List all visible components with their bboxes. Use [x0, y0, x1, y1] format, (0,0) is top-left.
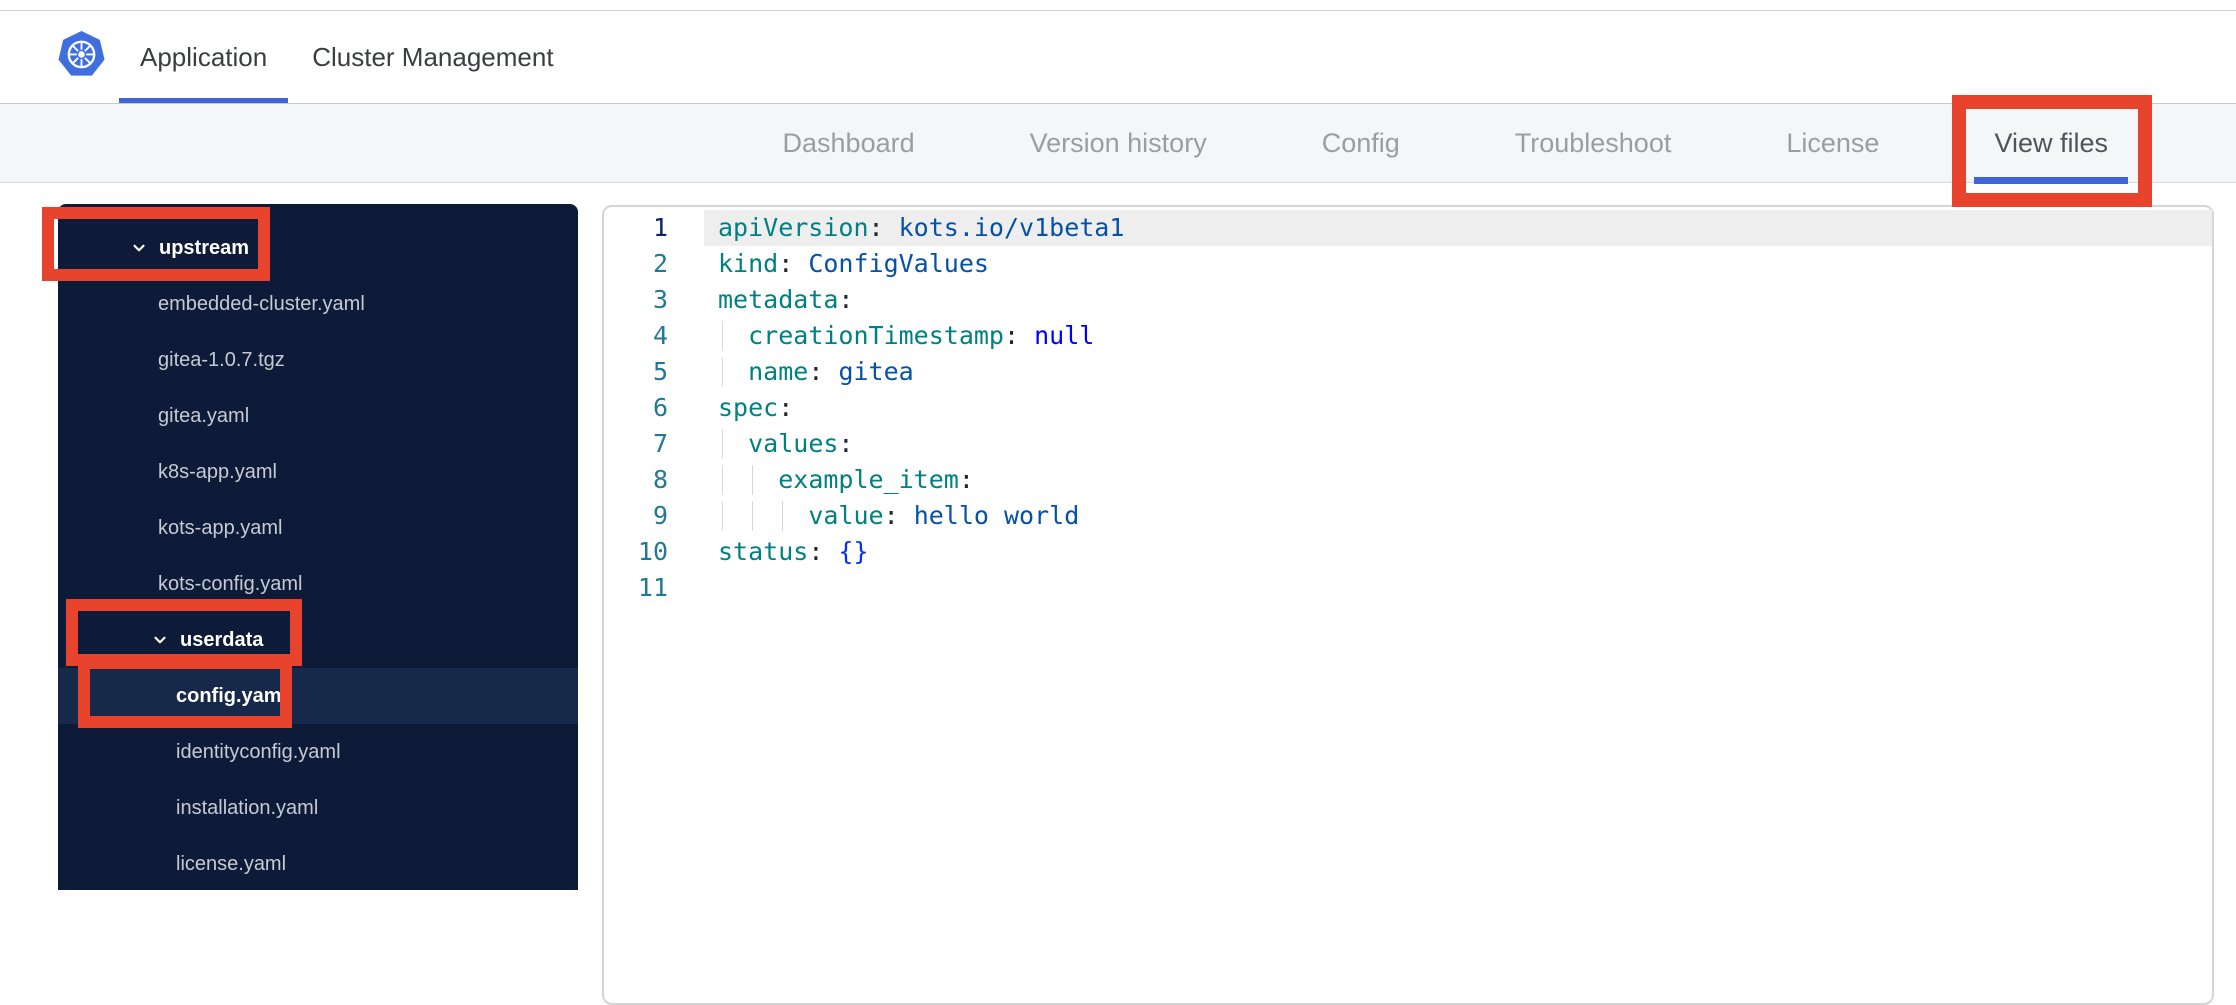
tree-item-label: installation.yaml	[176, 796, 319, 819]
code-text: status: {}	[718, 537, 869, 566]
code-text: kind: ConfigValues	[718, 249, 989, 278]
line-number: 6	[652, 393, 668, 422]
tree-file-config-yaml[interactable]: config.yaml	[58, 668, 578, 724]
tree-file-k8s-app-yaml[interactable]: k8s-app.yaml	[58, 444, 578, 500]
tree-item-label: config.yaml	[176, 684, 288, 707]
code-line-1[interactable]: 1 apiVersion: kots.io/v1beta1	[604, 210, 2212, 246]
tree-item-label: license.yaml	[176, 852, 287, 875]
indent-guide	[752, 465, 753, 495]
tree-item-label: upstream	[159, 236, 250, 259]
line-number: 10	[637, 537, 668, 566]
tree-item-label: kots-app.yaml	[158, 516, 283, 539]
nav-item-license[interactable]: License	[1766, 104, 1899, 182]
tree-item-label: identityconfig.yaml	[176, 740, 341, 763]
code-line-5[interactable]: 5 name: gitea	[604, 354, 2212, 390]
tree-item-label: kots-config.yaml	[158, 572, 303, 595]
code-text: example_item:	[704, 462, 2212, 498]
top-tabs: Application Cluster Management	[119, 11, 575, 105]
chevron-down-icon	[151, 631, 169, 649]
indent-guide	[722, 465, 723, 495]
tree-file-embedded-cluster-yaml[interactable]: embedded-cluster.yaml	[58, 276, 578, 332]
code-text: spec:	[718, 393, 794, 422]
indent-guide	[722, 429, 723, 459]
code-text: values:	[704, 426, 2212, 462]
app-header: Application Cluster Management	[0, 11, 2236, 105]
tree-file-license-yaml[interactable]: license.yaml	[58, 836, 578, 890]
code-line-10[interactable]: 10 status: {}	[604, 534, 2212, 570]
kubernetes-logo-icon	[58, 30, 105, 77]
tree-item-label: k8s-app.yaml	[158, 460, 277, 483]
tree-file-identityconfig-yaml[interactable]: identityconfig.yaml	[58, 724, 578, 780]
code-line-11[interactable]: 11	[604, 570, 2212, 606]
line-number: 5	[652, 357, 668, 386]
file-tree: upstream embedded-cluster.yaml gitea-1.0.7…	[58, 204, 578, 890]
code-editor[interactable]: 1 apiVersion: kots.io/v1beta1 2 kind: Confi…	[602, 205, 2214, 1005]
code-text: apiVersion: kots.io/v1beta1	[704, 210, 2212, 246]
tree-item-label: gitea.yaml	[158, 404, 250, 427]
header-tab-application[interactable]: Application	[119, 11, 289, 105]
code-line-2[interactable]: 2 kind: ConfigValues	[604, 246, 2212, 282]
header-tab-cluster-management[interactable]: Cluster Management	[291, 11, 574, 103]
nav-item-dashboard[interactable]: Dashboard	[763, 104, 935, 182]
code-text: metadata:	[718, 285, 854, 314]
nav-item-view-files[interactable]: View files	[1974, 104, 2128, 184]
line-number: 3	[652, 285, 668, 314]
tree-file-gitea-yaml[interactable]: gitea.yaml	[58, 388, 578, 444]
line-number: 7	[652, 429, 668, 458]
line-number: 11	[637, 573, 668, 602]
code-line-6[interactable]: 6 spec:	[604, 390, 2212, 426]
line-number: 4	[652, 321, 668, 350]
tree-item-label: userdata	[180, 628, 264, 651]
code-line-4[interactable]: 4 creationTimestamp: null	[604, 318, 2212, 354]
tree-file-installation-yaml[interactable]: installation.yaml	[58, 780, 578, 836]
code-line-3[interactable]: 3 metadata:	[604, 282, 2212, 318]
tree-item-label: gitea-1.0.7.tgz	[158, 348, 285, 371]
kots-admin-console: Application Cluster Management Dashboard V…	[0, 0, 2236, 1005]
indent-guide	[782, 501, 783, 531]
code-text: creationTimestamp: null	[704, 318, 2212, 354]
tree-file-kots-config-yaml[interactable]: kots-config.yaml	[58, 556, 578, 612]
code-lines: 1 apiVersion: kots.io/v1beta1 2 kind: Confi…	[604, 210, 2212, 606]
tree-item-label: embedded-cluster.yaml	[158, 292, 365, 315]
indent-guide	[722, 357, 723, 387]
code-line-8[interactable]: 8 example_item:	[604, 462, 2212, 498]
tree-folder-userdata[interactable]: userdata	[58, 612, 578, 668]
code-text: name: gitea	[704, 354, 2212, 390]
indent-guide	[722, 321, 723, 351]
chevron-down-icon	[130, 239, 148, 257]
app-navbar: Dashboard Version history Config Troublesho…	[0, 103, 2236, 184]
indent-guide	[722, 501, 723, 531]
code-text: value: hello world	[704, 498, 2212, 534]
line-number: 2	[652, 249, 668, 278]
code-line-9[interactable]: 9 value: hello world	[604, 498, 2212, 534]
indent-guide	[752, 501, 753, 531]
tree-file-kots-app-yaml[interactable]: kots-app.yaml	[58, 500, 578, 556]
tree-file-gitea-1-0-7-tgz[interactable]: gitea-1.0.7.tgz	[58, 332, 578, 388]
line-number: 9	[652, 501, 668, 530]
nav-item-config[interactable]: Config	[1302, 104, 1420, 182]
line-number: 8	[652, 465, 668, 494]
code-line-7[interactable]: 7 values:	[604, 426, 2212, 462]
line-number: 1	[652, 213, 668, 242]
nav-item-troubleshoot[interactable]: Troubleshoot	[1495, 104, 1692, 182]
tree-folder-upstream[interactable]: upstream	[58, 220, 578, 276]
nav-item-version-history[interactable]: Version history	[1010, 104, 1227, 182]
